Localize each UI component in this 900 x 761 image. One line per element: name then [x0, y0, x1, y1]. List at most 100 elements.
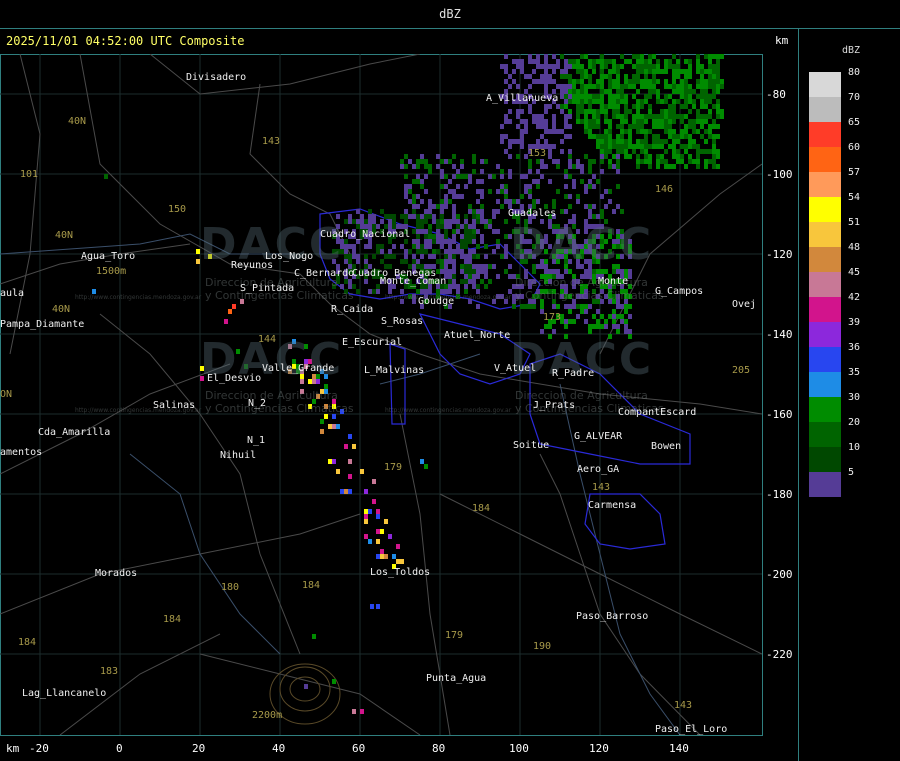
radar-pixel: [544, 79, 548, 84]
radar-pixel: [436, 204, 440, 209]
radar-pixel: [372, 499, 376, 504]
radar-pixel: [516, 139, 520, 144]
legend-label-54: 54: [848, 192, 861, 203]
radar-pixel: [360, 214, 364, 219]
radar-pixel: [468, 249, 472, 254]
radar-pixel: [504, 219, 508, 224]
radar-pixel: [332, 459, 336, 464]
radar-pixel: [584, 204, 588, 209]
radar-pixel: [468, 269, 472, 274]
radar-pixel: [504, 249, 508, 254]
radar-pixel: [664, 109, 668, 114]
radar-pixel: [336, 469, 340, 474]
radar-pixel: [524, 174, 528, 179]
radar-pixel: [712, 154, 716, 159]
radar-pixel: [692, 129, 696, 134]
radar-pixel: [464, 279, 468, 284]
radar-pixel: [432, 254, 436, 259]
radar-pixel: [480, 279, 484, 284]
radar-pixel: [540, 304, 544, 309]
radar-pixel: [468, 264, 472, 269]
radar-pixel: [524, 124, 528, 129]
radar-pixel: [684, 144, 688, 149]
legend-label-39: 39: [848, 317, 861, 328]
radar-pixel: [560, 74, 564, 79]
radar-pixel: [672, 64, 676, 69]
radar-pixel: [648, 84, 652, 89]
radar-pixel: [500, 254, 504, 259]
radar-pixel: [484, 274, 488, 279]
radar-pixel: [420, 179, 424, 184]
radar-pixel: [364, 509, 368, 514]
radar-pixel: [616, 109, 620, 114]
radar-pixel: [708, 149, 712, 154]
radar-pixel: [644, 69, 648, 74]
radar-pixel: [588, 84, 592, 89]
radar-pixel: [624, 59, 628, 64]
radar-pixel: [600, 94, 604, 99]
radar-pixel: [500, 134, 504, 139]
radar-pixel: [616, 184, 620, 189]
radar-pixel: [712, 144, 716, 149]
radar-pixel: [712, 119, 716, 124]
radar-pixel: [564, 304, 568, 309]
radar-pixel: [452, 279, 456, 284]
radar-pixel: [444, 194, 448, 199]
radar-pixel: [604, 104, 608, 109]
place-label: Atuel_Norte: [444, 330, 511, 341]
radar-pixel: [672, 54, 676, 59]
radar-pixel: [472, 209, 476, 214]
radar-pixel: [452, 164, 456, 169]
radar-pixel: [596, 124, 600, 129]
legend-swatch-45: [809, 272, 841, 297]
radar-pixel: [348, 254, 352, 259]
radar-pixel: [608, 94, 612, 99]
radar-pixel: [504, 114, 508, 119]
radar-pixel: [416, 234, 420, 239]
radar-pixel: [608, 79, 612, 84]
radar-pixel: [660, 144, 664, 149]
radar-pixel: [672, 104, 676, 109]
route-label: 180: [221, 582, 240, 593]
radar-pixel: [608, 314, 612, 319]
radar-pixel: [668, 104, 672, 109]
place-label: amentos: [0, 447, 43, 458]
radar-pixel: [448, 254, 452, 259]
radar-pixel: [636, 114, 640, 119]
radar-pixel: [356, 259, 360, 264]
radar-pixel: [668, 114, 672, 119]
radar-pixel: [584, 154, 588, 159]
radar-pixel: [544, 54, 548, 59]
radar-pixel: [628, 84, 632, 89]
radar-pixel: [596, 139, 600, 144]
radar-pixel: [460, 164, 464, 169]
radar-pixel: [644, 64, 648, 69]
radar-pixel: [616, 204, 620, 209]
radar-pixel: [672, 79, 676, 84]
radar-pixel: [692, 104, 696, 109]
radar-pixel: [548, 129, 552, 134]
radar-pixel: [348, 219, 352, 224]
radar-pixel: [592, 184, 596, 189]
radar-pixel: [428, 169, 432, 174]
radar-pixel: [312, 634, 316, 639]
radar-pixel: [348, 434, 352, 439]
radar-map[interactable]: DACC DACC DACC DACC Direccion de Agricul…: [0, 54, 762, 735]
y-tick-label: -100: [766, 168, 793, 181]
radar-pixel: [688, 154, 692, 159]
radar-pixel: [704, 54, 708, 59]
radar-pixel: [476, 179, 480, 184]
radar-pixel: [428, 244, 432, 249]
radar-pixel: [656, 89, 660, 94]
radar-pixel: [432, 239, 436, 244]
radar-pixel: [660, 99, 664, 104]
radar-pixel: [440, 259, 444, 264]
radar-pixel: [452, 269, 456, 274]
radar-pixel: [668, 84, 672, 89]
radar-pixel: [348, 489, 352, 494]
radar-pixel: [544, 69, 548, 74]
radar-pixel: [572, 179, 576, 184]
radar-pixel: [460, 269, 464, 274]
radar-pixel: [368, 244, 372, 249]
radar-pixel: [540, 134, 544, 139]
